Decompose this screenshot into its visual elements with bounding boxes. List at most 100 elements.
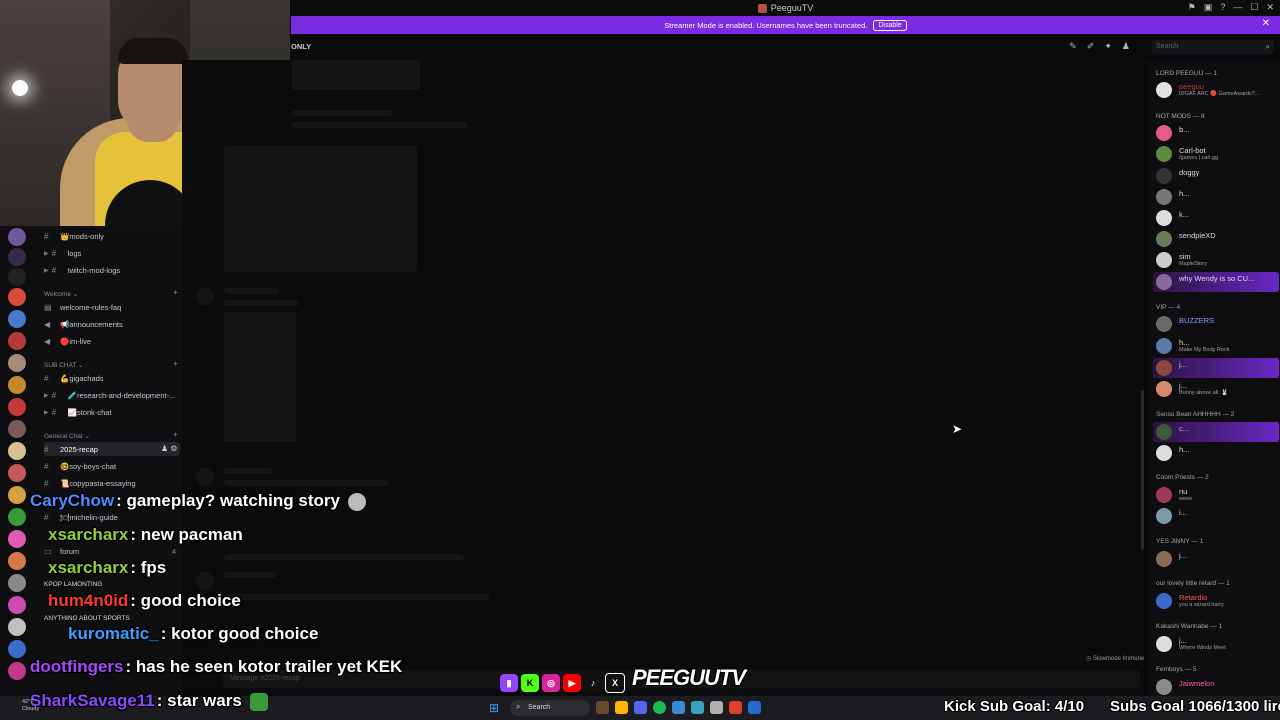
server-icon[interactable] xyxy=(8,618,26,636)
channel-im-live[interactable]: ◀ 🔴im-live xyxy=(44,334,180,348)
minimize-button[interactable]: — xyxy=(1233,2,1242,13)
avatar xyxy=(1156,274,1172,290)
member-name: i... xyxy=(1179,508,1187,517)
category-welcome[interactable]: Welcome ⌄ xyxy=(44,290,78,298)
channel-logs[interactable]: ▶ # logs xyxy=(44,246,180,260)
avatar xyxy=(1156,593,1172,609)
inbox-icon[interactable]: ⚑ xyxy=(1188,2,1196,13)
server-icon[interactable] xyxy=(8,332,26,350)
channel-soy-boys-chat[interactable]: # 🤓soy-boys-chat xyxy=(44,459,180,473)
member-item[interactable]: why Wendy is so CU... xyxy=(1153,272,1279,292)
server-icon[interactable] xyxy=(8,442,26,460)
member-item[interactable]: j... Bunny above all. 🐰 xyxy=(1153,379,1279,399)
server-icon[interactable] xyxy=(8,228,26,246)
server-icon[interactable] xyxy=(8,288,26,306)
channel-research-and-development[interactable]: ▶ # 🧪research-and-development-... xyxy=(44,388,180,402)
screen-icon[interactable]: ▣ xyxy=(1204,2,1213,13)
steam-icon[interactable] xyxy=(748,701,761,714)
channel-2025-recap[interactable]: #2025-recap xyxy=(44,442,180,456)
member-list-icon[interactable]: ♟ xyxy=(1122,41,1130,52)
member-item[interactable]: Retardio you a wizard harry xyxy=(1153,591,1279,611)
windows-start-icon[interactable]: ⊞ xyxy=(489,701,499,715)
channel-copypasta-essaying[interactable]: # 📜copypasta-essaying xyxy=(44,476,180,490)
member-item[interactable]: doggy xyxy=(1153,166,1279,186)
channel-stonk-chat[interactable]: ▶ # 📈stonk-chat xyxy=(44,405,180,419)
server-icon[interactable] xyxy=(8,398,26,416)
settings-gear-icon[interactable]: ⚙ xyxy=(170,444,177,453)
disable-streamer-mode-button[interactable]: Disable xyxy=(873,19,907,31)
member-item[interactable]: i... xyxy=(1153,506,1279,526)
channel-michelin-guide[interactable]: # 🍽michelin-guide xyxy=(44,510,180,524)
member-item[interactable]: peeguu IDGAF ARC 🔴 GameAwards?… xyxy=(1153,80,1279,100)
server-icon[interactable] xyxy=(8,640,26,658)
channel-mods-only[interactable]: # 👑mods-only xyxy=(44,229,180,243)
category-sub-chat[interactable]: SUB CHAT ⌄ xyxy=(44,361,84,369)
channel-welcome-rules-faq[interactable]: ▤ welcome-rules-faq xyxy=(44,300,180,314)
member-item[interactable]: h... Make My Body Rock xyxy=(1153,336,1279,356)
member-item[interactable]: j... Where Winds Meet xyxy=(1153,634,1279,654)
server-icon[interactable] xyxy=(8,596,26,614)
channel-twitch-mod-logs[interactable]: ▶ # twitch-mod-logs xyxy=(44,263,180,277)
server-icon[interactable] xyxy=(8,464,26,482)
add-channel-icon[interactable]: + xyxy=(173,288,178,297)
category-anything-about-sports[interactable]: ANYTHING ABOUT SPORTS xyxy=(44,615,130,622)
member-item[interactable]: j... xyxy=(1153,358,1279,378)
server-icon[interactable] xyxy=(8,310,26,328)
category-general-chat[interactable]: General Chat ⌄ xyxy=(44,432,90,440)
weather-widget[interactable]: 42°F Cloudy xyxy=(22,699,39,713)
file-explorer-icon[interactable] xyxy=(615,701,628,714)
channel-forum[interactable]: ▭ forum 4 xyxy=(44,544,180,558)
threads-icon[interactable]: ✎ xyxy=(1069,41,1077,52)
message-scrollbar[interactable] xyxy=(1141,390,1144,550)
task-view-icon[interactable] xyxy=(596,701,609,714)
member-item[interactable]: Jaiwmelon xyxy=(1153,677,1279,697)
help-icon[interactable]: ? xyxy=(1220,2,1225,13)
invite-icon[interactable]: ♟ xyxy=(161,444,168,453)
server-icon[interactable] xyxy=(8,530,26,548)
server-icon[interactable] xyxy=(8,268,26,286)
skeleton-avatar xyxy=(196,572,214,590)
close-window-button[interactable]: ✕ xyxy=(1266,2,1274,13)
channel-tools: ♟ ⚙ xyxy=(161,444,178,453)
member-item[interactable]: nu weee xyxy=(1153,485,1279,505)
member-item[interactable]: c... xyxy=(1153,422,1279,442)
member-item[interactable]: h... xyxy=(1153,443,1279,463)
server-icon[interactable] xyxy=(8,508,26,526)
member-item[interactable]: sendpieXD xyxy=(1153,229,1279,249)
member-item[interactable]: b... xyxy=(1153,123,1279,143)
member-item[interactable]: h... xyxy=(1153,187,1279,207)
member-item[interactable]: j... xyxy=(1153,549,1279,569)
member-item[interactable]: BUZZERS xyxy=(1153,314,1279,334)
app-icon[interactable] xyxy=(710,701,723,714)
server-icon[interactable] xyxy=(8,420,26,438)
add-channel-icon[interactable]: + xyxy=(173,359,178,368)
channel-gigachads[interactable]: # 💪gigachads xyxy=(44,371,180,385)
search-input[interactable]: Search ⌕ xyxy=(1152,40,1274,54)
member-item[interactable]: Carl-bot/games | carl.gg xyxy=(1153,144,1279,164)
server-icon[interactable] xyxy=(8,552,26,570)
brave-icon[interactable] xyxy=(729,701,742,714)
server-icon[interactable] xyxy=(8,662,26,680)
add-channel-icon[interactable]: + xyxy=(173,430,178,439)
banner-close-icon[interactable]: ✕ xyxy=(1262,18,1270,29)
server-icon[interactable] xyxy=(8,376,26,394)
channel-announcements[interactable]: ◀ 📢announcements xyxy=(44,317,180,331)
taskbar-search[interactable]: ⌕ Search xyxy=(510,700,590,716)
app-icon[interactable] xyxy=(691,701,704,714)
member-item[interactable]: k... xyxy=(1153,208,1279,228)
category-kpop-lamonting[interactable]: KPOP LAMONTING xyxy=(44,581,102,588)
notification-icon[interactable]: ✐ xyxy=(1087,41,1095,52)
webcam-light xyxy=(12,80,28,96)
member-item[interactable]: sim MapleStory xyxy=(1153,250,1279,270)
server-icon[interactable] xyxy=(8,486,26,504)
discord-icon[interactable] xyxy=(634,701,647,714)
server-icon[interactable] xyxy=(8,354,26,372)
weather-desc: Cloudy xyxy=(22,706,40,712)
browser-icon[interactable] xyxy=(672,701,685,714)
pin-icon[interactable]: ✦ xyxy=(1104,41,1112,52)
maximize-button[interactable]: ☐ xyxy=(1250,2,1258,13)
server-icon[interactable] xyxy=(8,574,26,592)
server-icon[interactable] xyxy=(8,248,26,266)
chevron-right-icon: ▶ xyxy=(44,392,49,399)
spotify-icon[interactable] xyxy=(653,701,666,714)
